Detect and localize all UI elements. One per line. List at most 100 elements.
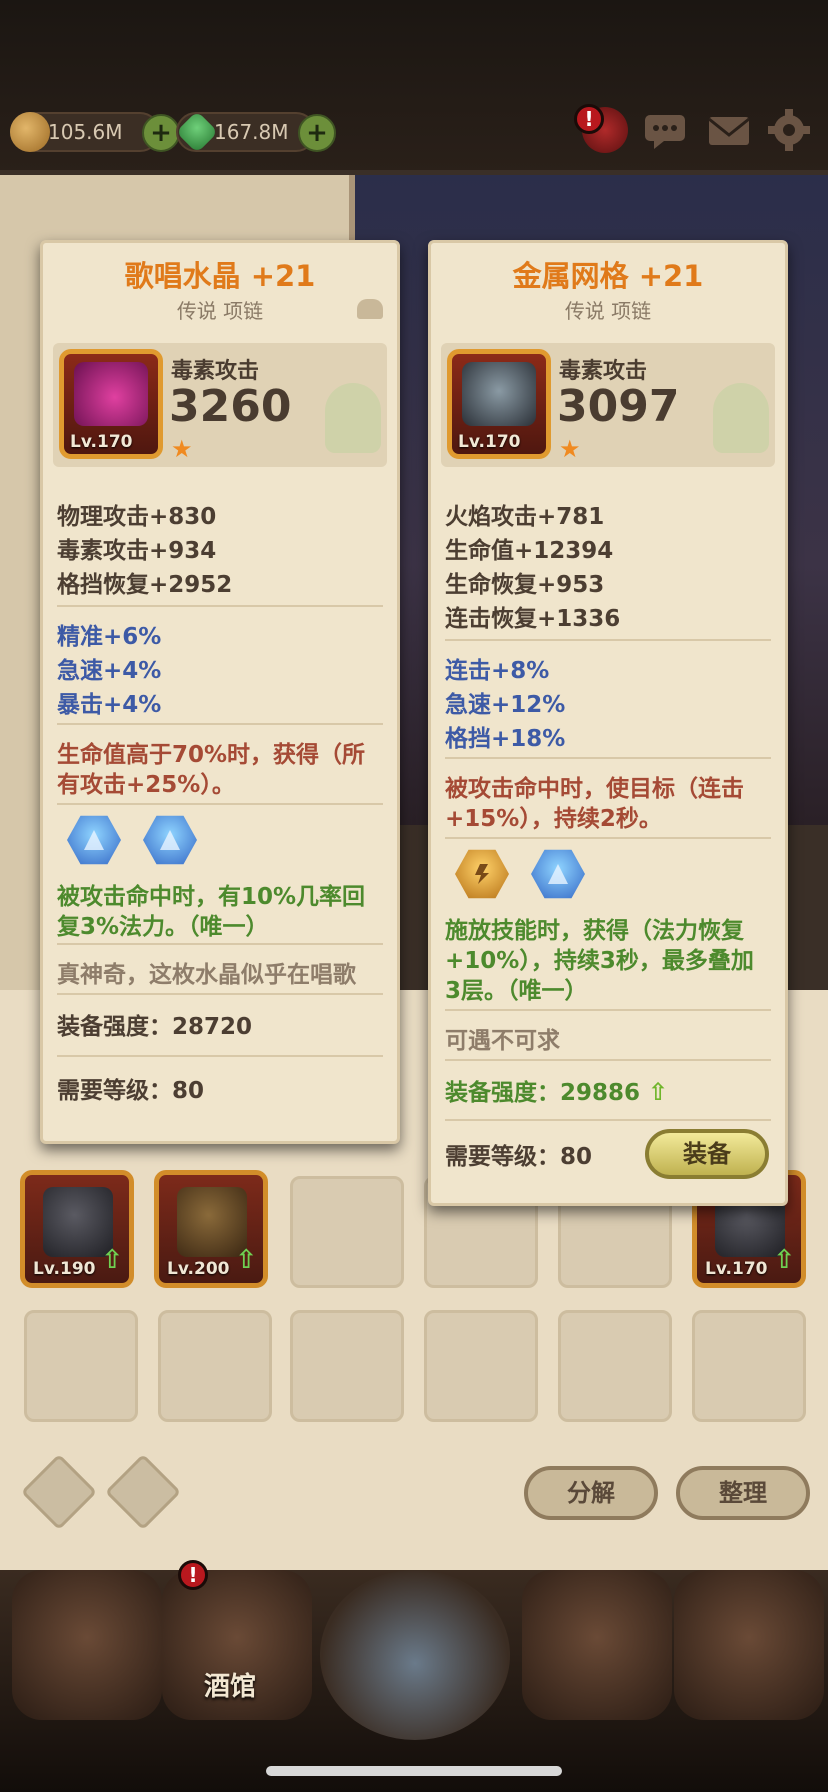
item-summary: Lv.170 毒素攻击 3097 ★ (441, 343, 775, 467)
base-stat: 毒素攻击+934 (57, 538, 217, 564)
passive-effect: 被攻击命中时，使目标（连击 (445, 776, 744, 802)
notification-alert: ! (574, 104, 604, 134)
bonus-stat: 急速+4% (57, 658, 162, 684)
bonus-stat: 暴击+4% (57, 692, 162, 718)
socket-effect: 复3%法力。（唯一） (57, 914, 269, 940)
equipment-power-value: 29886 (560, 1080, 641, 1106)
main-stat-value: 3097 (557, 381, 680, 432)
divider (445, 757, 771, 759)
empty-slot[interactable] (290, 1176, 404, 1288)
flavor-text: 真神奇，这枚水晶似乎在唱歌 (57, 962, 356, 988)
divider (445, 639, 771, 641)
gold-lightning-socket-icon (455, 849, 509, 899)
item-level: Lv.200 (167, 1259, 230, 1279)
tavern-alert: ! (178, 1560, 208, 1590)
settings-gear-icon[interactable] (766, 107, 812, 153)
required-level: 需要等级：80 (445, 1144, 593, 1170)
bonus-stat: 急速+12% (445, 692, 566, 718)
tavern-label: 酒馆 (204, 1672, 257, 1702)
inventory-item[interactable]: Lv.190 ⇧ (20, 1170, 134, 1288)
coin-icon (10, 112, 50, 152)
empty-slot[interactable] (692, 1310, 806, 1422)
required-level: 需要等级：80 (57, 1078, 205, 1104)
equipment-power: 装备强度：29886 ⇧ (445, 1073, 668, 1107)
socket-effect: 被攻击命中时，有10%几率回 (57, 884, 366, 910)
divider (445, 1059, 771, 1061)
divider (57, 1055, 383, 1057)
socket-effect: 施放技能时，获得（法力恢复 (445, 918, 744, 944)
blue-gem-socket-icon (67, 815, 121, 865)
item-frame: Lv.170 (447, 349, 551, 459)
gold-amount: 105.6M (48, 120, 123, 144)
item-card-left: 歌唱水晶 +21 传说 项链 Lv.170 毒素攻击 3260 ★ 物理攻击+8… (40, 240, 400, 1144)
socket-effect: +10%），持续3秒，最多叠加 (445, 948, 754, 974)
item-card-right: 金属网格 +21 传说 项链 Lv.170 毒素攻击 3097 ★ 火焰攻击+7… (428, 240, 788, 1206)
nav-adventure[interactable] (320, 1570, 510, 1740)
divider (57, 605, 383, 607)
divider (445, 1009, 771, 1011)
item-title: 金属网格 +21 (512, 259, 704, 293)
empty-slot[interactable] (424, 1310, 538, 1422)
star-icon: ★ (171, 435, 193, 463)
base-stat: 生命恢复+953 (445, 572, 605, 598)
base-stat: 生命值+12394 (445, 538, 614, 564)
nav-home[interactable] (12, 1570, 162, 1720)
item-title: 歌唱水晶 +21 (124, 259, 316, 293)
base-stat: 格挡恢复+2952 (57, 572, 233, 598)
gem-icon (175, 110, 219, 154)
base-stat: 物理攻击+830 (57, 504, 217, 530)
socket-effect: 3层。（唯一） (445, 978, 588, 1004)
metal-mesh-necklace-icon (462, 362, 536, 426)
item-frame: Lv.170 (59, 349, 163, 459)
main-stat-value: 3260 (169, 381, 292, 432)
gem-amount: 167.8M (214, 120, 289, 144)
item-rarity-type: 传说 项链 (564, 299, 652, 323)
blue-gem-socket-icon (143, 815, 197, 865)
add-gold-button[interactable]: + (142, 114, 180, 152)
item-level: Lv.170 (458, 432, 521, 452)
sort-button[interactable]: 整理 (676, 1466, 810, 1520)
item-level: Lv.170 (705, 1259, 768, 1279)
equipment-power-label: 装备强度： (445, 1080, 560, 1106)
empty-slot[interactable] (24, 1310, 138, 1422)
power-up-arrow-icon: ⇧ (648, 1078, 669, 1106)
divider (57, 803, 383, 805)
mail-icon[interactable] (706, 107, 752, 153)
divider (57, 723, 383, 725)
inventory-item[interactable]: Lv.200 ⇧ (154, 1170, 268, 1288)
nav-shop[interactable] (674, 1570, 824, 1720)
upgrade-arrow-icon: ⇧ (235, 1245, 257, 1275)
crystal-necklace-icon (74, 362, 148, 426)
flavor-text: 可遇不可求 (445, 1028, 560, 1054)
star-icon: ★ (559, 435, 581, 463)
divider (445, 837, 771, 839)
divider (57, 943, 383, 945)
divider (445, 1119, 771, 1121)
gold-counter: 105.6M + (10, 112, 180, 152)
empty-slot[interactable] (290, 1310, 404, 1422)
upgrade-arrow-icon: ⇧ (773, 1245, 795, 1275)
empty-slot[interactable] (158, 1310, 272, 1422)
item-level: Lv.190 (33, 1259, 96, 1279)
base-stat: 连击恢复+1336 (445, 606, 621, 632)
ghost-icon (325, 383, 381, 453)
base-stat: 火焰攻击+781 (445, 504, 605, 530)
ghost-icon (713, 383, 769, 453)
nav-guild[interactable] (522, 1570, 672, 1720)
home-indicator (266, 1766, 562, 1776)
item-summary: Lv.170 毒素攻击 3260 ★ (53, 343, 387, 467)
gem-counter: 167.8M + (175, 110, 336, 154)
passive-effect: 生命值高于70%时，获得（所 (57, 742, 366, 768)
equipment-power: 装备强度：28720 (57, 1014, 253, 1040)
decompose-button[interactable]: 分解 (524, 1466, 658, 1520)
passive-effect: 有攻击+25%）。 (57, 772, 235, 798)
blue-gem-socket-icon (531, 849, 585, 899)
equip-button[interactable]: 装备 (645, 1129, 769, 1179)
passive-effect: +15%），持续2秒。 (445, 806, 662, 832)
item-rarity-type: 传说 项链 (176, 299, 264, 323)
upgrade-arrow-icon: ⇧ (101, 1245, 123, 1275)
bonus-stat: 连击+8% (445, 658, 550, 684)
add-gems-button[interactable]: + (298, 114, 336, 152)
empty-slot[interactable] (558, 1310, 672, 1422)
chat-icon[interactable] (642, 107, 688, 153)
